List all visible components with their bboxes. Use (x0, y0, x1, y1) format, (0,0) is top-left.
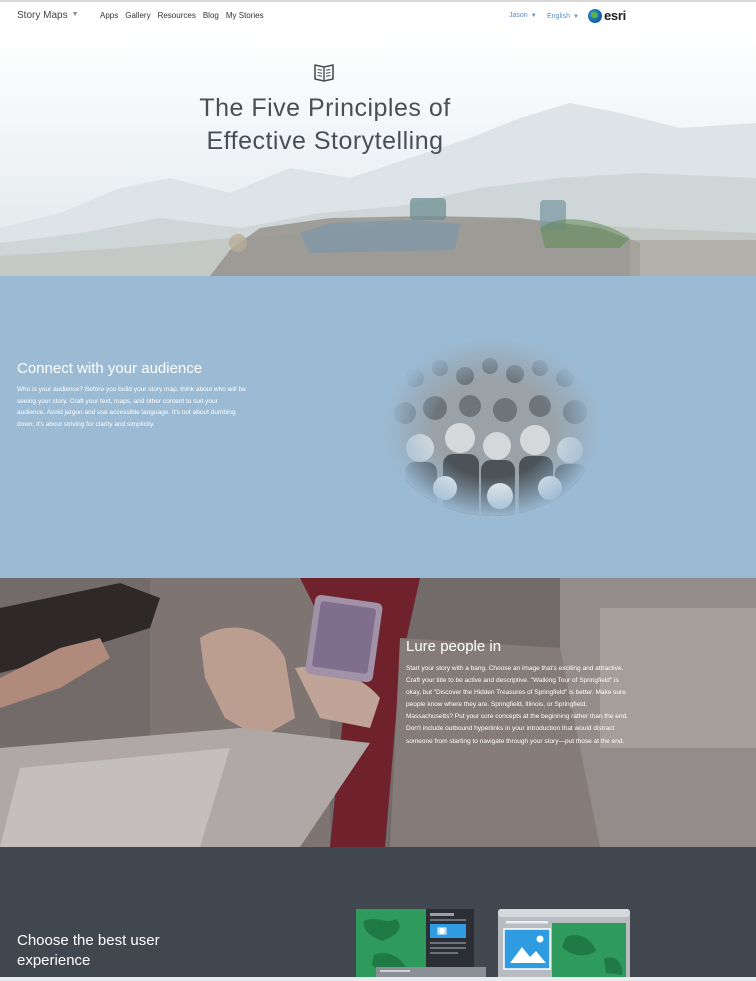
language-label: English (547, 13, 570, 20)
nav-link-blog[interactable]: Blog (203, 11, 219, 20)
section-heading: Connect with your audience (17, 360, 203, 377)
app-layout-illustration (356, 909, 630, 981)
page-bottom-edge (0, 977, 756, 981)
section-connect-audience: Connect with your audience Who is your a… (0, 276, 756, 578)
nav-link-resources[interactable]: Resources (158, 11, 196, 20)
open-book-icon (314, 64, 334, 82)
esri-logo[interactable]: esri (588, 8, 626, 23)
chevron-down-icon: ▼ (71, 11, 79, 18)
top-navigation-bar: Story Maps ▼ Apps Gallery Resources Blog … (0, 0, 756, 28)
phone-in-hands-photo-image (0, 578, 756, 847)
chevron-down-icon: ▼ (572, 14, 579, 20)
page-title-line-1: The Five Principles of (199, 94, 451, 122)
brand-menu[interactable]: Story Maps ▼ (17, 10, 79, 21)
hero-banner: The Five Principles of Effective Storyte… (0, 28, 756, 276)
nav-link-gallery[interactable]: Gallery (125, 11, 150, 20)
user-name: Jason (509, 12, 528, 19)
logo-text: esri (604, 8, 626, 23)
page-title-line-2: Effective Storytelling (206, 127, 444, 155)
user-menu[interactable]: Jason ▼ (509, 12, 537, 19)
language-menu[interactable]: English ▼ (547, 13, 579, 20)
section-body: Start your story with a bang. Choose an … (406, 665, 628, 745)
section-user-experience: Choose the best user experience (0, 847, 756, 981)
nav-link-my-stories[interactable]: My Stories (226, 11, 264, 20)
nav-link-apps[interactable]: Apps (100, 11, 118, 20)
section-heading: Choose the best user experience (17, 932, 160, 969)
page-title: The Five Principles of Effective Storyte… (0, 92, 650, 158)
section-lure-people: Lure people in Start your story with a b… (0, 578, 756, 847)
section-body: Who is your audience? Before you build y… (17, 386, 246, 428)
brand-label: Story Maps (17, 10, 68, 21)
chevron-down-icon: ▼ (530, 13, 537, 19)
nav-links: Apps Gallery Resources Blog My Stories (100, 11, 264, 20)
globe-icon (588, 8, 602, 23)
section-heading: Lure people in (406, 638, 502, 655)
crowd-photo-image (385, 340, 599, 516)
